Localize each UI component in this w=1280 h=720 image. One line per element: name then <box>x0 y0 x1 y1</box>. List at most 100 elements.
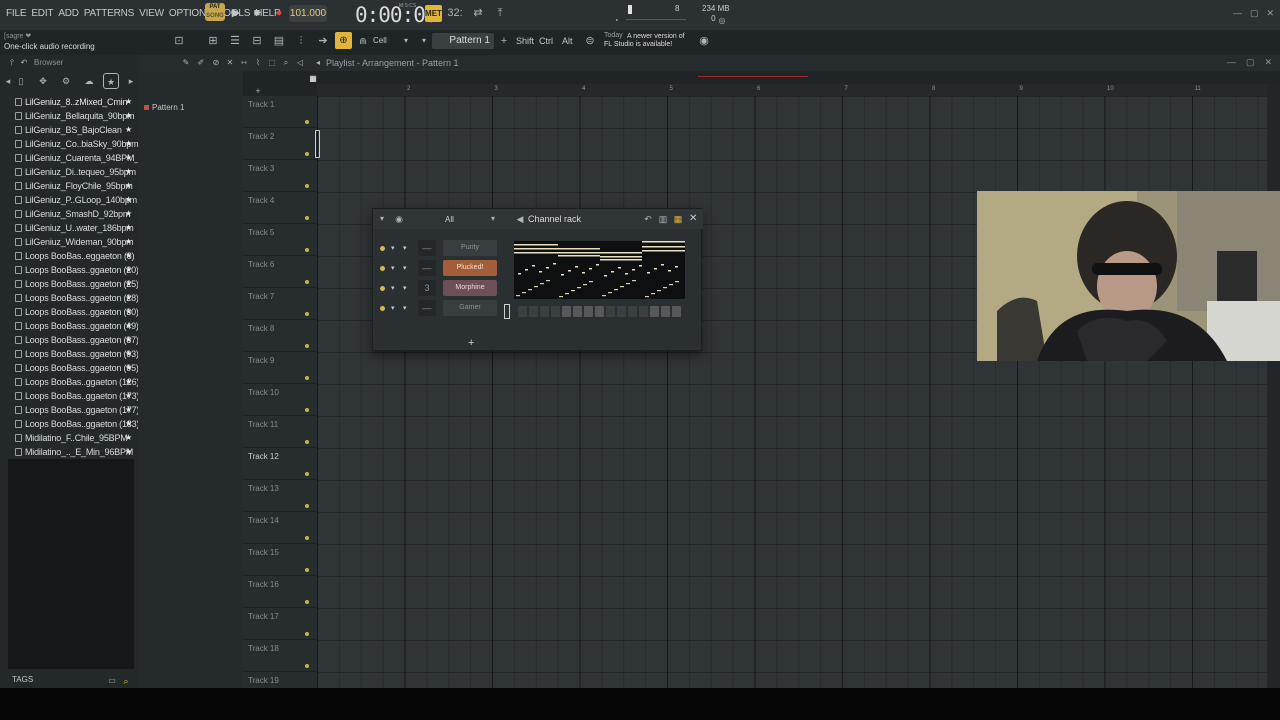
star-icon[interactable]: ★ <box>125 123 132 137</box>
track-header[interactable]: Track 5 <box>243 224 317 256</box>
shift-key[interactable]: Shift <box>516 36 534 46</box>
track-header[interactable]: Track 13 <box>243 480 317 512</box>
star-icon[interactable]: ★ <box>125 291 132 305</box>
star-icon[interactable]: ★ <box>125 361 132 375</box>
track-mute-led[interactable] <box>305 344 309 348</box>
magnet-icon[interactable]: ⋒ <box>355 33 371 49</box>
playhead-marker[interactable] <box>315 130 320 158</box>
channel-mute-led[interactable] <box>380 246 385 251</box>
browser-item[interactable]: Loops BooBass..ggaeton (25) ★ <box>8 277 139 291</box>
record-button[interactable]: ● <box>271 5 287 21</box>
track-mute-led[interactable] <box>305 152 309 156</box>
star-icon[interactable]: ★ <box>125 193 132 207</box>
browser-item[interactable]: Loops BooBass..ggaeton (49) ★ <box>8 319 139 333</box>
browser-item[interactable]: Midilatino_F..Chile_95BPM ★ <box>8 431 134 445</box>
tempo-display[interactable]: 101.000 <box>289 5 327 22</box>
swing-knob-icon[interactable]: ◉ <box>391 211 407 227</box>
track-mute-led[interactable] <box>305 312 309 316</box>
stop-button[interactable]: ■ <box>249 5 265 21</box>
browser-item[interactable]: LilGeniuz_Bellaquita_90bpm ★ <box>8 109 135 123</box>
browser-item[interactable]: Loops BooBass..ggaeton (87) ★ <box>8 333 139 347</box>
step-button[interactable] <box>584 306 593 317</box>
settings-icon[interactable]: ⚙ <box>58 73 74 89</box>
add-pattern-icon[interactable]: + <box>496 33 512 49</box>
browser-item[interactable]: LilGeniuz_P..GLoop_140bpm ★ <box>8 193 137 207</box>
menu-file[interactable]: FILE <box>6 8 27 19</box>
channel-rack-menu-icon[interactable]: ▾ <box>374 211 390 227</box>
track-mute-led[interactable] <box>305 184 309 188</box>
browser-item[interactable]: LilGeniuz_Di..tequeo_95bpm ★ <box>8 165 136 179</box>
metronome-icon[interactable]: MET <box>425 5 442 22</box>
track-mute-led[interactable] <box>305 536 309 540</box>
play-button[interactable]: ▶ <box>228 5 244 21</box>
playlist-options-icon[interactable]: ◂ <box>310 55 326 71</box>
collapse-right-icon[interactable]: ▸ <box>123 73 139 89</box>
track-header[interactable]: Track 7 <box>243 288 317 320</box>
mixer-track-number[interactable]: 3 <box>418 280 436 296</box>
alt-key[interactable]: Alt <box>562 36 573 46</box>
track-header[interactable]: Track 3 <box>243 160 317 192</box>
channel-name-button[interactable]: Purity <box>443 240 497 256</box>
track-header[interactable]: Track 18 <box>243 640 317 672</box>
minimize-icon[interactable]: — <box>1233 8 1242 19</box>
browser-item[interactable]: LilGeniuz_8..zMixed_Cmin ★ <box>8 95 134 109</box>
channel-rack-close-icon[interactable]: ✕ <box>689 213 697 224</box>
playback-tool-icon[interactable]: ◁ <box>292 55 308 71</box>
track-mute-led[interactable] <box>305 376 309 380</box>
pan-knob-icon[interactable]: ▾ <box>391 264 397 272</box>
browser-item[interactable]: LilGeniuz_SmashD_92bpm ★ <box>8 207 134 221</box>
mixer-track-number[interactable]: — <box>418 300 436 316</box>
snap-selector[interactable]: Cell <box>373 36 387 45</box>
playlist-icon[interactable]: ⊞ <box>205 33 221 49</box>
track-mute-led[interactable] <box>305 248 309 252</box>
browser-item[interactable]: LilGeniuz_U..water_186bpm ★ <box>8 221 134 235</box>
track-header[interactable]: Track 8 <box>243 320 317 352</box>
playlist-maximize-icon[interactable]: ▢ <box>1246 57 1255 68</box>
pan-knob-icon[interactable]: ▾ <box>391 304 397 312</box>
snap-toggle-icon[interactable]: ⊕ <box>335 32 352 49</box>
news-line1[interactable]: A newer version of <box>627 32 707 41</box>
channel-filter[interactable]: All <box>445 215 454 224</box>
step-button[interactable] <box>518 306 527 317</box>
browser-item[interactable]: Loops BooBass..ggaeton (95) ★ <box>8 361 139 375</box>
browser-item[interactable]: Loops BooBas..ggaeton (177) ★ <box>8 403 139 417</box>
star-icon[interactable]: ★ <box>125 445 132 459</box>
speaker-icon[interactable]: ◀ <box>512 211 528 227</box>
star-icon[interactable]: ★ <box>125 263 132 277</box>
star-icon[interactable]: ★ <box>125 277 132 291</box>
browser-item[interactable]: Loops BooBass..ggaeton (28) ★ <box>8 291 139 305</box>
countdown-icon[interactable]: ⤒ <box>492 5 508 21</box>
browser-item[interactable]: LilGeniuz_BS_BajoClean ★ <box>8 123 134 137</box>
browser-back-icon[interactable]: ↶ <box>16 55 32 71</box>
track-header[interactable]: Track 16 <box>243 576 317 608</box>
loop-record-icon[interactable]: ⇄ <box>470 5 486 21</box>
undo-icon[interactable]: ↶ <box>640 211 656 227</box>
track-header[interactable]: Track 14 <box>243 512 317 544</box>
step-selector[interactable] <box>504 304 510 319</box>
track-header[interactable]: Track 9 <box>243 352 317 384</box>
pattern-selector[interactable]: Pattern 1 <box>432 33 494 49</box>
channel-mute-led[interactable] <box>380 306 385 311</box>
step-button[interactable] <box>573 306 582 317</box>
volume-knob-icon[interactable]: ▾ <box>403 244 409 252</box>
browser-item[interactable]: Loops BooBass..ggaeton (30) ★ <box>8 305 139 319</box>
browser-item[interactable]: LilGeniuz_FloyChile_95bpm ★ <box>8 179 134 193</box>
browser-item[interactable]: LilGeniuz_Cuarenta_94BPM_ ★ <box>8 151 139 165</box>
volume-knob-icon[interactable]: ▾ <box>403 304 409 312</box>
step-button[interactable] <box>606 306 615 317</box>
picker-pattern-item[interactable]: Pattern 1 <box>144 103 184 112</box>
pencil-tool-icon[interactable]: ✎ <box>178 55 194 71</box>
track-header[interactable]: Track 4 <box>243 192 317 224</box>
track-header[interactable]: Track 15 <box>243 544 317 576</box>
step-button[interactable] <box>551 306 560 317</box>
star-icon[interactable]: ★ <box>125 249 132 263</box>
tags-label[interactable]: TAGS <box>12 675 33 684</box>
pattern-dropdown-icon[interactable]: ▾ <box>416 33 432 49</box>
playlist-grid[interactable] <box>317 96 1267 688</box>
track-mute-led[interactable] <box>305 600 309 604</box>
step-edit-icon[interactable]: 32: <box>447 5 463 21</box>
search-icon[interactable]: ⌕ <box>118 673 134 689</box>
arrow-right-icon[interactable]: ➔ <box>315 33 331 49</box>
star-icon[interactable]: ★ <box>125 389 132 403</box>
mixer-icon[interactable]: ▤ <box>271 33 287 49</box>
